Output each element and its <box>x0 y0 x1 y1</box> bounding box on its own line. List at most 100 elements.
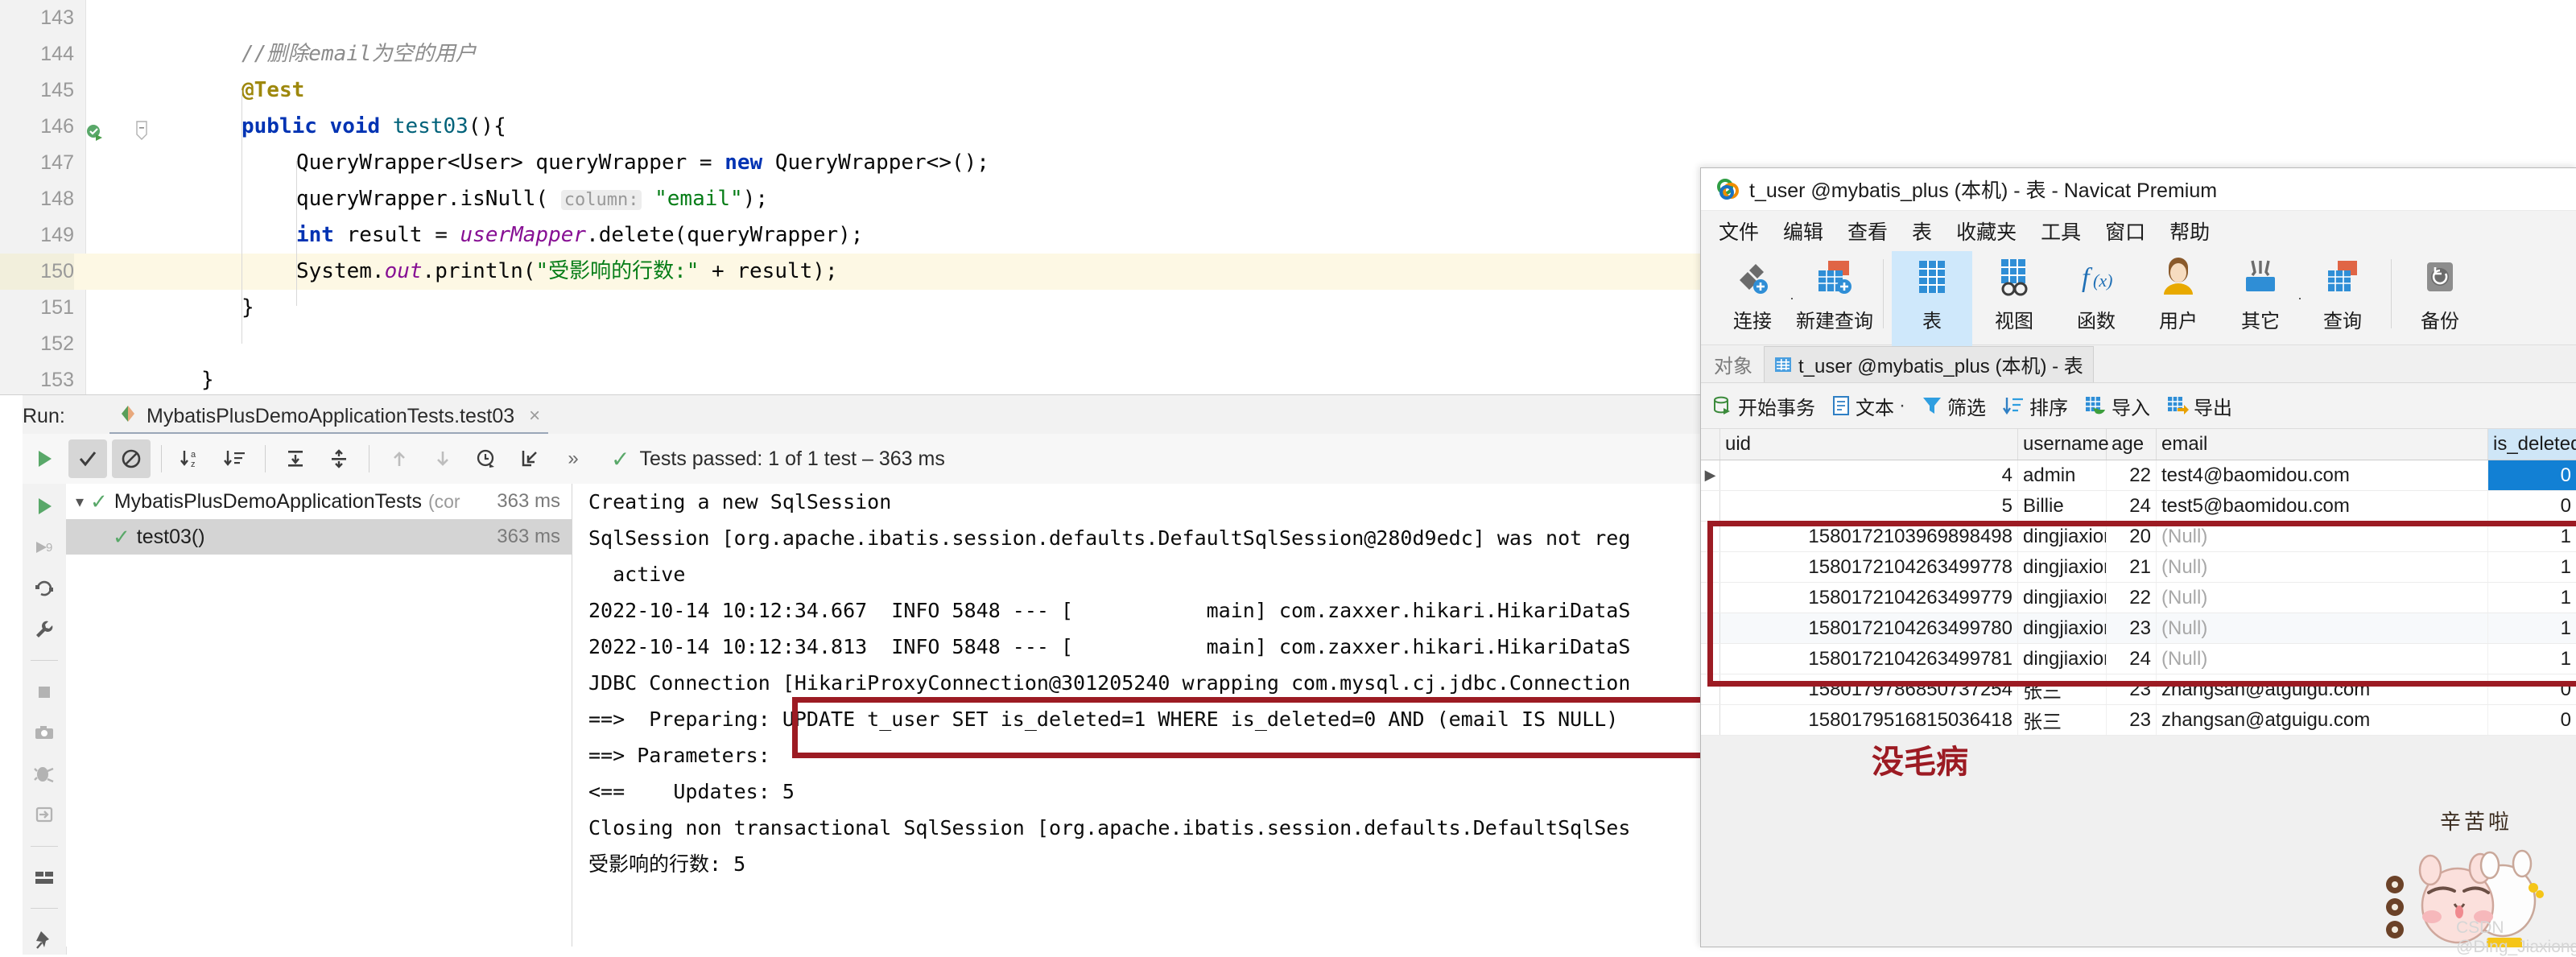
navicat-ribbon[interactable]: 连接 · 新建查询表视图 f (x) 函数 用户 其它 · 查询 备份 <box>1701 251 2576 346</box>
code-line[interactable]: 144 //删除email为空的用户 <box>0 36 1700 72</box>
run-icon[interactable] <box>28 492 60 522</box>
grid-column-header-age[interactable]: age <box>2107 429 2157 460</box>
grid-column-header-uid[interactable]: uid <box>1720 429 2018 460</box>
action-文本[interactable]: 文本 · <box>1831 392 1905 420</box>
grid-cell-uid[interactable]: 1580172104263499778 <box>1720 552 2018 582</box>
grid-cell-username[interactable]: dingjiaxiong0 <box>2018 522 2107 551</box>
grid-column-header-is_deleted[interactable]: is_deleted <box>2488 429 2576 460</box>
table-row[interactable]: 1580172104263499780dingjiaxiong323(Null)… <box>1701 613 2576 644</box>
pin-icon[interactable] <box>28 925 60 955</box>
grid-cell-email[interactable]: zhangsan@atguigu.com <box>2157 674 2488 704</box>
grid-cell-age[interactable]: 22 <box>2107 583 2157 613</box>
import-tests-button[interactable] <box>510 439 549 478</box>
sort-by-duration-button[interactable] <box>216 439 254 478</box>
row-marker[interactable] <box>1701 674 1720 704</box>
data-grid[interactable]: uid username age email is_deleted ▶ 4 admin 22 te… <box>1701 429 2576 736</box>
menu-item-6[interactable]: 窗口 <box>2105 217 2145 245</box>
grid-cell-uid[interactable]: 1580179786850737254 <box>1720 674 2018 704</box>
table-row[interactable]: 1580172104263499779dingjiaxiong222(Null)… <box>1701 583 2576 613</box>
menu-item-2[interactable]: 查看 <box>1847 217 1888 245</box>
grid-cell-is_deleted[interactable]: 1 <box>2488 613 2576 643</box>
export-icon[interactable] <box>28 800 60 830</box>
table-row[interactable]: 1580179786850737254 张三 23 zhangsan@atguigu.… <box>1701 674 2576 705</box>
table-row[interactable]: 5 Billie 24 test5@baomidou.com 0 <box>1701 491 2576 522</box>
grid-cell-uid[interactable]: 1580172104263499780 <box>1720 613 2018 643</box>
grid-cell-uid[interactable]: 1580172104263499779 <box>1720 583 2018 613</box>
action-开始事务[interactable]: 开始事务 <box>1712 392 1815 420</box>
navicat-action-bar[interactable]: 开始事务 文本 · 筛选 排序 导入 导出 <box>1701 383 2576 429</box>
ribbon-item-表[interactable]: 表 <box>1892 251 1972 346</box>
grid-cell-username[interactable]: 张三 <box>2018 705 2107 735</box>
grid-cell-username[interactable]: admin <box>2018 460 2107 490</box>
run-toolbar[interactable]: a z » ✓ Tests passed: 1 of 1 test – 363 ms <box>23 434 1700 485</box>
grid-cell-age[interactable]: 23 <box>2107 613 2157 643</box>
grid-cell-email[interactable]: test5@baomidou.com <box>2157 491 2488 521</box>
ribbon-item-其它[interactable]: 其它 <box>2220 251 2301 346</box>
dropdown-caret-icon[interactable]: · <box>1899 394 1905 417</box>
code-line[interactable]: 148 queryWrapper.isNull( column: "email")… <box>0 181 1700 217</box>
code-line[interactable]: 147 QueryWrapper<User> queryWrapper = new… <box>0 145 1700 181</box>
menu-item-1[interactable]: 编辑 <box>1783 217 1823 245</box>
code-line[interactable]: 153} <box>0 362 1700 398</box>
grid-column-header-email[interactable]: email <box>2157 429 2488 460</box>
test-tree-child-row[interactable]: ✓ test03() 363 ms <box>66 519 572 555</box>
expand-all-button[interactable] <box>276 439 315 478</box>
grid-cell-age[interactable]: 20 <box>2107 522 2157 551</box>
grid-cell-is_deleted[interactable]: 0 <box>2488 491 2576 521</box>
show-ignored-toggle[interactable] <box>112 439 151 478</box>
grid-column-header-username[interactable]: username <box>2018 429 2109 460</box>
row-marker[interactable] <box>1701 644 1720 674</box>
code-fold-icon[interactable] <box>135 117 148 140</box>
action-导入[interactable]: 导入 <box>2084 392 2150 420</box>
action-筛选[interactable]: 筛选 <box>1922 392 1986 420</box>
grid-cell-uid[interactable]: 1580179516815036418 <box>1720 705 2018 735</box>
run-side-rail[interactable]: 9 <box>23 484 67 955</box>
close-icon[interactable]: × <box>529 405 540 427</box>
grid-cell-username[interactable]: dingjiaxiong2 <box>2018 583 2107 613</box>
grid-cell-is_deleted[interactable]: 0 <box>2488 460 2576 490</box>
menu-item-7[interactable]: 帮助 <box>2169 217 2210 245</box>
grid-cell-uid[interactable]: 1580172103969898498 <box>1720 522 2018 551</box>
grid-cell-email[interactable]: test4@baomidou.com <box>2157 460 2488 490</box>
grid-cell-email[interactable]: (Null) <box>2157 522 2488 551</box>
row-marker[interactable]: ▶ <box>1701 460 1720 490</box>
grid-cell-age[interactable]: 24 <box>2107 491 2157 521</box>
ribbon-item-用户[interactable]: 用户 <box>2138 251 2219 346</box>
grid-cell-uid[interactable]: 4 <box>1720 460 2018 490</box>
table-row[interactable]: 1580179516815036418 张三 23 zhangsan@atguigu.… <box>1701 705 2576 736</box>
grid-cell-uid[interactable]: 1580172104263499781 <box>1720 644 2018 674</box>
code-editor[interactable]: 143 144 //删除email为空的用户 145 @Test 146 public vo… <box>0 0 1700 394</box>
ribbon-item-连接[interactable]: 连接 <box>1712 251 1793 346</box>
code-line[interactable]: 146 public void test03(){ <box>0 109 1700 145</box>
grid-cell-username[interactable]: dingjiaxiong1 <box>2018 552 2107 582</box>
chevron-down-icon[interactable]: ▾ <box>76 492 84 512</box>
grid-cell-is_deleted[interactable]: 0 <box>2488 705 2576 735</box>
layout-icon[interactable] <box>28 862 60 892</box>
sort-alphabetically-button[interactable]: az <box>172 439 211 478</box>
action-排序[interactable]: 排序 <box>2002 392 2068 420</box>
test-history-button[interactable] <box>467 439 506 478</box>
test-tree-root-row[interactable]: ▾ ✓ MybatisPlusDemoApplicationTests (cor… <box>66 484 572 519</box>
menu-item-0[interactable]: 文件 <box>1719 217 1759 245</box>
code-line[interactable]: 143 <box>0 0 1700 36</box>
ribbon-item-查询[interactable]: 查询 <box>2302 251 2383 346</box>
code-line[interactable]: 149 int result = userMapper.delete(queryW… <box>0 217 1700 254</box>
navicat-object-bar[interactable]: 对象 t_user @mybatis_plus (本机) - 表 <box>1701 345 2576 383</box>
row-marker[interactable] <box>1701 583 1720 613</box>
ribbon-item-新建查询[interactable]: 新建查询 <box>1794 251 1875 346</box>
row-marker[interactable] <box>1701 522 1720 551</box>
screenshot-icon[interactable] <box>28 718 60 748</box>
grid-cell-username[interactable]: dingjiaxiong4 <box>2018 644 2107 674</box>
grid-cell-is_deleted[interactable]: 1 <box>2488 644 2576 674</box>
ribbon-item-视图[interactable]: 视图 <box>1974 251 2054 346</box>
grid-cell-username[interactable]: dingjiaxiong3 <box>2018 613 2107 643</box>
restart-icon[interactable] <box>28 574 60 604</box>
grid-cell-age[interactable]: 23 <box>2107 705 2157 735</box>
grid-cell-age[interactable]: 24 <box>2107 644 2157 674</box>
more-options-button[interactable]: » <box>554 439 592 478</box>
grid-cell-email[interactable]: (Null) <box>2157 613 2488 643</box>
debug-icon[interactable] <box>28 759 60 789</box>
grid-cell-uid[interactable]: 5 <box>1720 491 2018 521</box>
table-row[interactable]: 1580172104263499778dingjiaxiong121(Null)… <box>1701 552 2576 583</box>
code-line[interactable]: 145 @Test <box>0 72 1700 109</box>
